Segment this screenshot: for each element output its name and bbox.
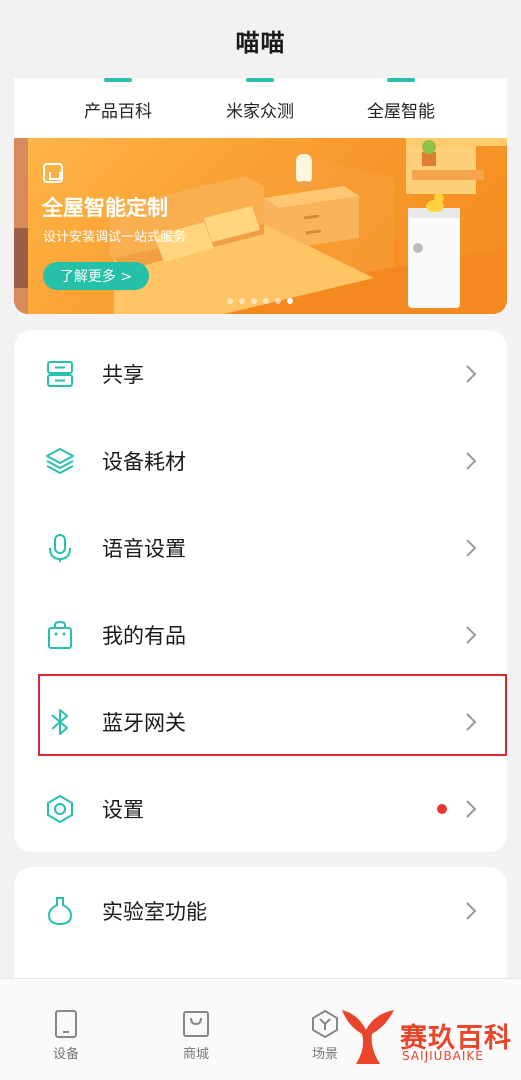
learn-more-button[interactable]: 了解更多 > — [43, 262, 149, 290]
crowdtest-icon — [246, 78, 274, 82]
nav-tab-device[interactable]: 设备 — [21, 979, 111, 1080]
menu-item-share[interactable]: 共享 — [14, 330, 507, 417]
menu-label: 共享 — [102, 362, 144, 387]
nav-tab-store[interactable]: 商城 — [151, 979, 241, 1080]
chevron-right-icon — [466, 901, 477, 920]
banner-subtitle: 设计安装调试一站式服务 — [43, 230, 187, 245]
chevron-right-icon — [466, 712, 477, 731]
device-icon — [55, 1010, 77, 1038]
chevron-right-icon — [466, 538, 477, 557]
chevron-right-icon — [466, 799, 477, 818]
quick-tabs-card: 产品百科 米家众测 全屋智能 — [14, 78, 507, 138]
banner-title: 全屋智能定制 — [42, 196, 168, 220]
nav-label: 设备 — [52, 1047, 79, 1062]
menu-label: 设置 — [102, 797, 144, 822]
tab-crowdtest[interactable]: 米家众测 — [190, 78, 330, 138]
whale-tail-logo-icon — [342, 1010, 394, 1064]
watermark-logo: 赛玖百科 SAIJIUBAIKE — [336, 1004, 516, 1074]
page-title: 喵喵 — [235, 28, 286, 57]
flask-icon — [47, 896, 73, 925]
carousel-dot[interactable] — [251, 298, 257, 304]
menu-item-settings[interactable]: 设置 — [14, 765, 507, 852]
carousel-dot[interactable] — [275, 298, 281, 304]
menu-item-bluetooth-gateway[interactable]: 蓝牙网关 — [14, 678, 507, 765]
chevron-right-icon — [466, 364, 477, 383]
menu-label: 语音设置 — [102, 536, 186, 561]
layers-icon — [46, 447, 74, 474]
settings-menu-card: 共享 设备耗材 语音设置 我的有品 蓝牙网关 设置 — [14, 330, 507, 852]
menu-label: 实验室功能 — [102, 899, 207, 924]
menu-item-voice-settings[interactable]: 语音设置 — [14, 504, 507, 591]
menu-label: 设备耗材 — [102, 449, 186, 474]
menu-label: 我的有品 — [102, 623, 186, 648]
mi-home-logo-icon — [43, 163, 63, 183]
app-header: 喵喵 — [0, 0, 521, 80]
menu-item-lab-features[interactable]: 实验室功能 — [14, 867, 507, 954]
carousel-dot[interactable] — [263, 298, 269, 304]
tab-product-encyclopedia[interactable]: 产品百科 — [48, 78, 188, 138]
shopping-bag-icon — [48, 620, 72, 649]
bluetooth-icon — [51, 708, 68, 735]
settings-hexagon-icon — [47, 794, 73, 823]
watermark-subtext: SAIJIUBAIKE — [402, 1049, 484, 1063]
menu-item-youpin[interactable]: 我的有品 — [14, 591, 507, 678]
tab-label: 产品百科 — [84, 102, 152, 122]
tab-label: 全屋智能 — [367, 102, 435, 122]
chevron-right-icon — [466, 451, 477, 470]
nav-label: 场景 — [311, 1047, 338, 1062]
tab-label: 米家众测 — [226, 102, 294, 122]
lab-card: 实验室功能 — [14, 867, 507, 987]
smart-home-icon — [387, 78, 415, 82]
menu-label: 蓝牙网关 — [102, 710, 186, 735]
nav-label: 商城 — [182, 1047, 209, 1062]
notification-dot — [437, 803, 447, 814]
carousel-dot[interactable] — [227, 298, 233, 304]
carousel-dot-active[interactable] — [287, 298, 293, 304]
promo-banner[interactable]: 全屋智能定制 设计安装调试一站式服务 了解更多 > — [14, 138, 507, 314]
carousel-dot[interactable] — [239, 298, 245, 304]
encyclopedia-icon — [104, 78, 132, 82]
store-bag-icon — [183, 1011, 209, 1037]
carousel-indicator[interactable] — [227, 298, 293, 304]
microphone-icon — [49, 533, 71, 562]
share-icon — [47, 360, 73, 387]
menu-item-consumables[interactable]: 设备耗材 — [14, 417, 507, 504]
tab-smart-home[interactable]: 全屋智能 — [331, 78, 471, 138]
chevron-right-icon — [466, 625, 477, 644]
